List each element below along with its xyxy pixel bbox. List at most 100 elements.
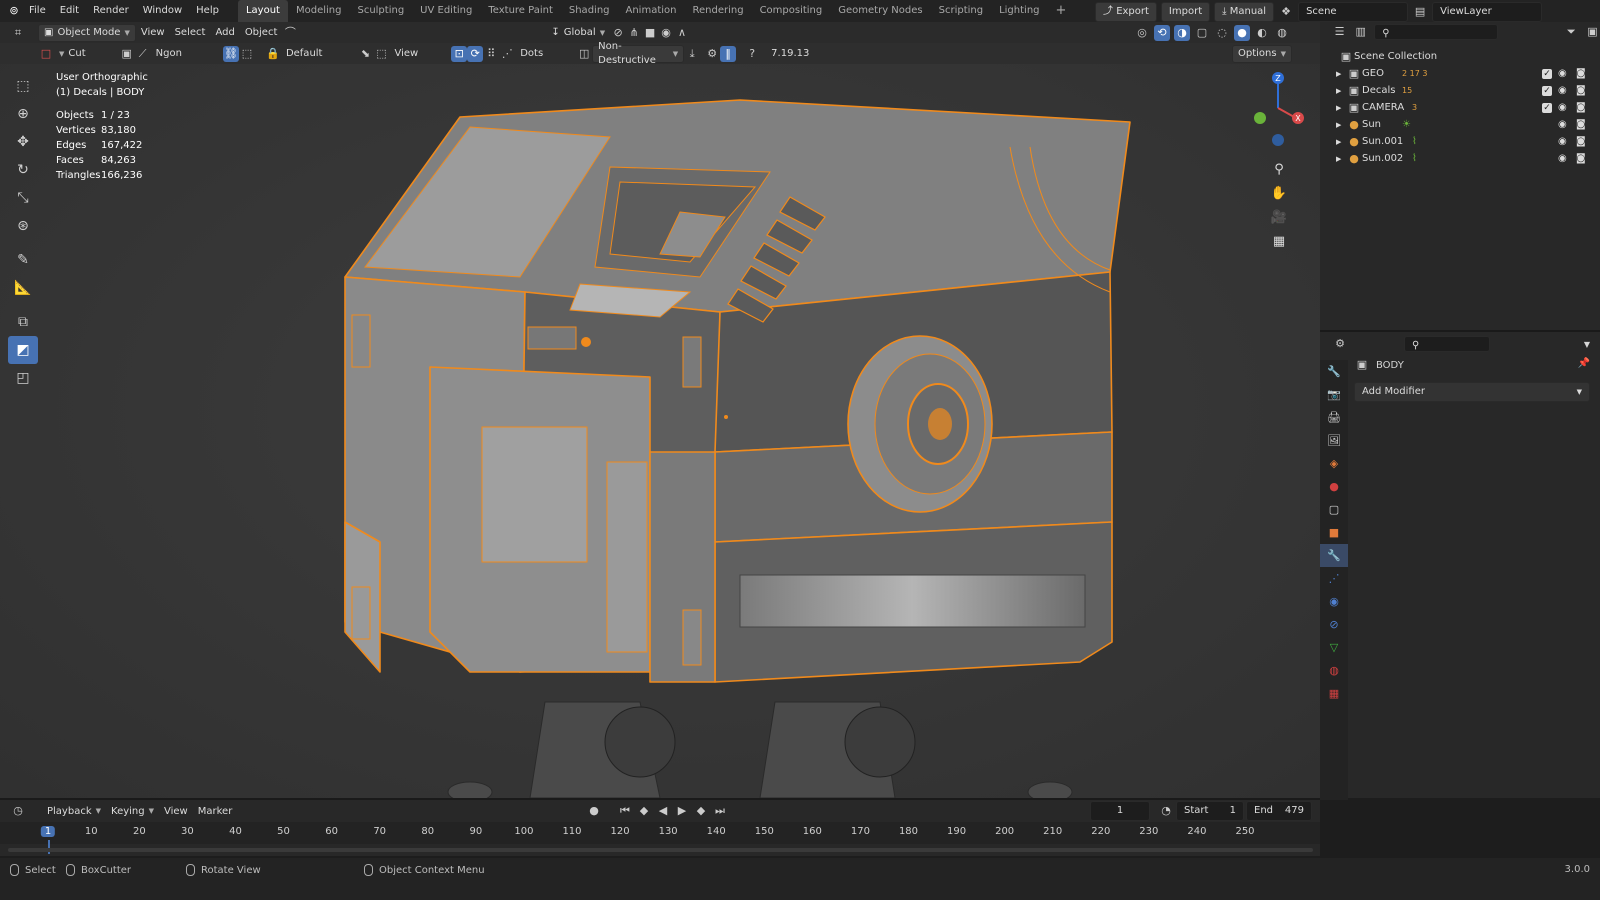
3d-viewport[interactable]: ⌗ ▣ Object Mode ▼ View Select Add Object… [0, 22, 1320, 798]
boxcutter-icon[interactable]: ◩ [8, 336, 38, 364]
xray-icon[interactable]: ▢ [1194, 25, 1210, 41]
expand-arrow-icon[interactable]: ▶ [1336, 121, 1346, 129]
scene-tab-icon[interactable]: ◈ [1320, 452, 1348, 475]
tab-lighting[interactable]: Lighting [991, 0, 1047, 22]
clock-icon[interactable]: ◷ [10, 803, 26, 819]
add-workspace-icon[interactable]: + [1048, 0, 1075, 22]
non-destructive-dropdown[interactable]: Non-Destructive ▼ [592, 41, 685, 66]
properties-search[interactable]: ⚲ [1404, 336, 1490, 352]
camera-view-icon[interactable]: 🎥 [1268, 206, 1290, 228]
menu-object[interactable]: Object [240, 24, 283, 42]
data-tab-icon[interactable]: ▽ [1320, 636, 1348, 659]
hardops-icon[interactable]: ◰ [8, 364, 38, 392]
tab-texture-paint[interactable]: Texture Paint [480, 0, 561, 22]
checkbox-icon[interactable]: ✓ [1542, 68, 1552, 79]
lock-icon[interactable]: 🔒 [265, 46, 281, 62]
physics-tab-icon[interactable]: ◉ [1320, 590, 1348, 613]
menu-render[interactable]: Render [86, 0, 136, 22]
move-icon[interactable]: ✥ [8, 128, 38, 156]
chevron-down-icon[interactable]: ▼ [1584, 340, 1590, 349]
filter-icon[interactable]: ⏷ [1564, 24, 1579, 40]
camera-icon[interactable]: ◙ [1576, 153, 1586, 164]
dots-grid-icon[interactable]: ⠿ [483, 46, 499, 62]
apply-icon[interactable]: ⤓ [684, 46, 700, 62]
collection-tab-icon[interactable]: ▢ [1320, 498, 1348, 521]
new-collection-icon[interactable]: ▣ [1585, 24, 1600, 40]
timeline-scrollbar[interactable] [8, 848, 1313, 852]
options-button[interactable]: Options ▼ [1232, 44, 1292, 63]
menu-view[interactable]: View [136, 24, 170, 42]
menu-timeline-view[interactable]: View [159, 802, 193, 820]
tab-shading[interactable]: Shading [561, 0, 618, 22]
tab-animation[interactable]: Animation [618, 0, 685, 22]
texture-tab-icon[interactable]: ▦ [1320, 682, 1348, 705]
expand-arrow-icon[interactable]: ▶ [1336, 104, 1346, 112]
outliner-item-decals[interactable]: ▶ ▣ Decals 15 ✓ ◉ ◙ [1320, 82, 1600, 99]
display-mode-icon[interactable]: ▥ [1353, 24, 1368, 40]
current-frame-field[interactable]: 1 [1090, 801, 1150, 821]
eye-icon[interactable]: ◉ [1558, 119, 1567, 130]
grid-snap-icon[interactable]: ⬚ [239, 46, 255, 62]
gizmo-toggle-icon[interactable]: ⌒ [282, 25, 298, 41]
scene-field[interactable]: Scene [1298, 2, 1409, 22]
menu-marker[interactable]: Marker [193, 802, 238, 820]
falloff-icon[interactable]: ∧ [674, 25, 690, 41]
eye-icon[interactable]: ◉ [1558, 102, 1567, 113]
menu-help[interactable]: Help [189, 0, 226, 22]
menu-edit[interactable]: Edit [53, 0, 86, 22]
camera-icon[interactable]: ◙ [1576, 119, 1586, 130]
play-reverse-icon[interactable]: ◀ [655, 803, 671, 819]
ngon-field[interactable]: Ngon [151, 45, 187, 63]
particles-tab-icon[interactable]: ⋰ [1320, 567, 1348, 590]
material-shading-icon[interactable]: ◐ [1254, 25, 1270, 41]
shape-box-icon[interactable]: ▣ [119, 46, 135, 62]
camera-icon[interactable]: ◙ [1576, 85, 1586, 96]
scene-icon[interactable]: ❖ [1278, 4, 1294, 20]
tab-modeling[interactable]: Modeling [288, 0, 350, 22]
view-align-icon[interactable]: ⬚ [373, 46, 389, 62]
editor-type-icon[interactable]: ⚙ [1332, 336, 1348, 352]
add-modifier-button[interactable]: Add Modifier ▼ [1354, 382, 1590, 402]
expand-arrow-icon[interactable]: ▶ [1336, 155, 1346, 163]
snap-icon[interactable]: ⋔ [626, 25, 642, 41]
add-cube-icon[interactable]: ⧉ [8, 308, 38, 336]
eye-icon[interactable]: ◉ [1558, 68, 1567, 79]
wireframe-shading-icon[interactable]: ◌ [1214, 25, 1230, 41]
outliner-item-sun-002[interactable]: ▶ ● Sun.002 ⌇ ◉ ◙ [1320, 150, 1600, 167]
proportional-edit-icon[interactable]: ◉ [658, 25, 674, 41]
world-tab-icon[interactable]: ● [1320, 475, 1348, 498]
eye-icon[interactable]: ◉ [1558, 85, 1567, 96]
render-tab-icon[interactable]: 📷 [1320, 383, 1348, 406]
modifier-tab-icon[interactable]: 🔧 [1320, 544, 1348, 567]
behavior-icon[interactable]: ⬊ [357, 46, 373, 62]
select-box-icon[interactable]: ⬚ [8, 72, 38, 100]
solid-shading-icon[interactable]: ● [1234, 24, 1250, 41]
material-tab-icon[interactable]: ◍ [1320, 659, 1348, 682]
outliner-item-camera[interactable]: ▶ ▣ CAMERA 3 ✓ ◉ ◙ [1320, 99, 1600, 116]
jump-start-icon[interactable]: ⏮ [617, 803, 633, 819]
snap-target-icon[interactable]: ■ [642, 25, 658, 41]
expand-arrow-icon[interactable]: ▶ [1336, 70, 1346, 78]
editor-type-icon[interactable]: ⌗ [10, 25, 26, 41]
tab-geometry-nodes[interactable]: Geometry Nodes [830, 0, 930, 22]
cut-dropdown[interactable]: ▼ Cut [54, 45, 91, 63]
default-dropdown[interactable]: Default [281, 45, 328, 63]
outliner-item-sun[interactable]: ▶ ● Sun ☀ ◉ ◙ [1320, 116, 1600, 133]
view-dropdown[interactable]: View [389, 45, 423, 63]
end-frame-field[interactable]: End 479 [1246, 801, 1312, 821]
pin-icon[interactable]: 📌 [1578, 358, 1590, 369]
camera-icon[interactable]: ◙ [1576, 136, 1586, 147]
visibility-icon[interactable]: ◎ [1134, 25, 1150, 41]
pivot-icon[interactable]: ⊘ [610, 25, 626, 41]
eye-icon[interactable]: ◉ [1558, 153, 1567, 164]
tab-compositing[interactable]: Compositing [752, 0, 831, 22]
menu-window[interactable]: Window [136, 0, 189, 22]
scale-icon[interactable]: ⤡ [8, 184, 38, 212]
dots-display-icon[interactable]: ⋰ [499, 46, 515, 62]
jump-end-icon[interactable]: ⏭ [712, 803, 728, 819]
blender-logo-icon[interactable]: ⊚ [6, 3, 22, 19]
mode-dropdown[interactable]: ▣ Object Mode ▼ [38, 23, 136, 42]
camera-icon[interactable]: ◙ [1576, 68, 1586, 79]
loop-icon[interactable]: ⟳ [467, 45, 484, 62]
transform-icon[interactable]: ⊛ [8, 212, 38, 240]
